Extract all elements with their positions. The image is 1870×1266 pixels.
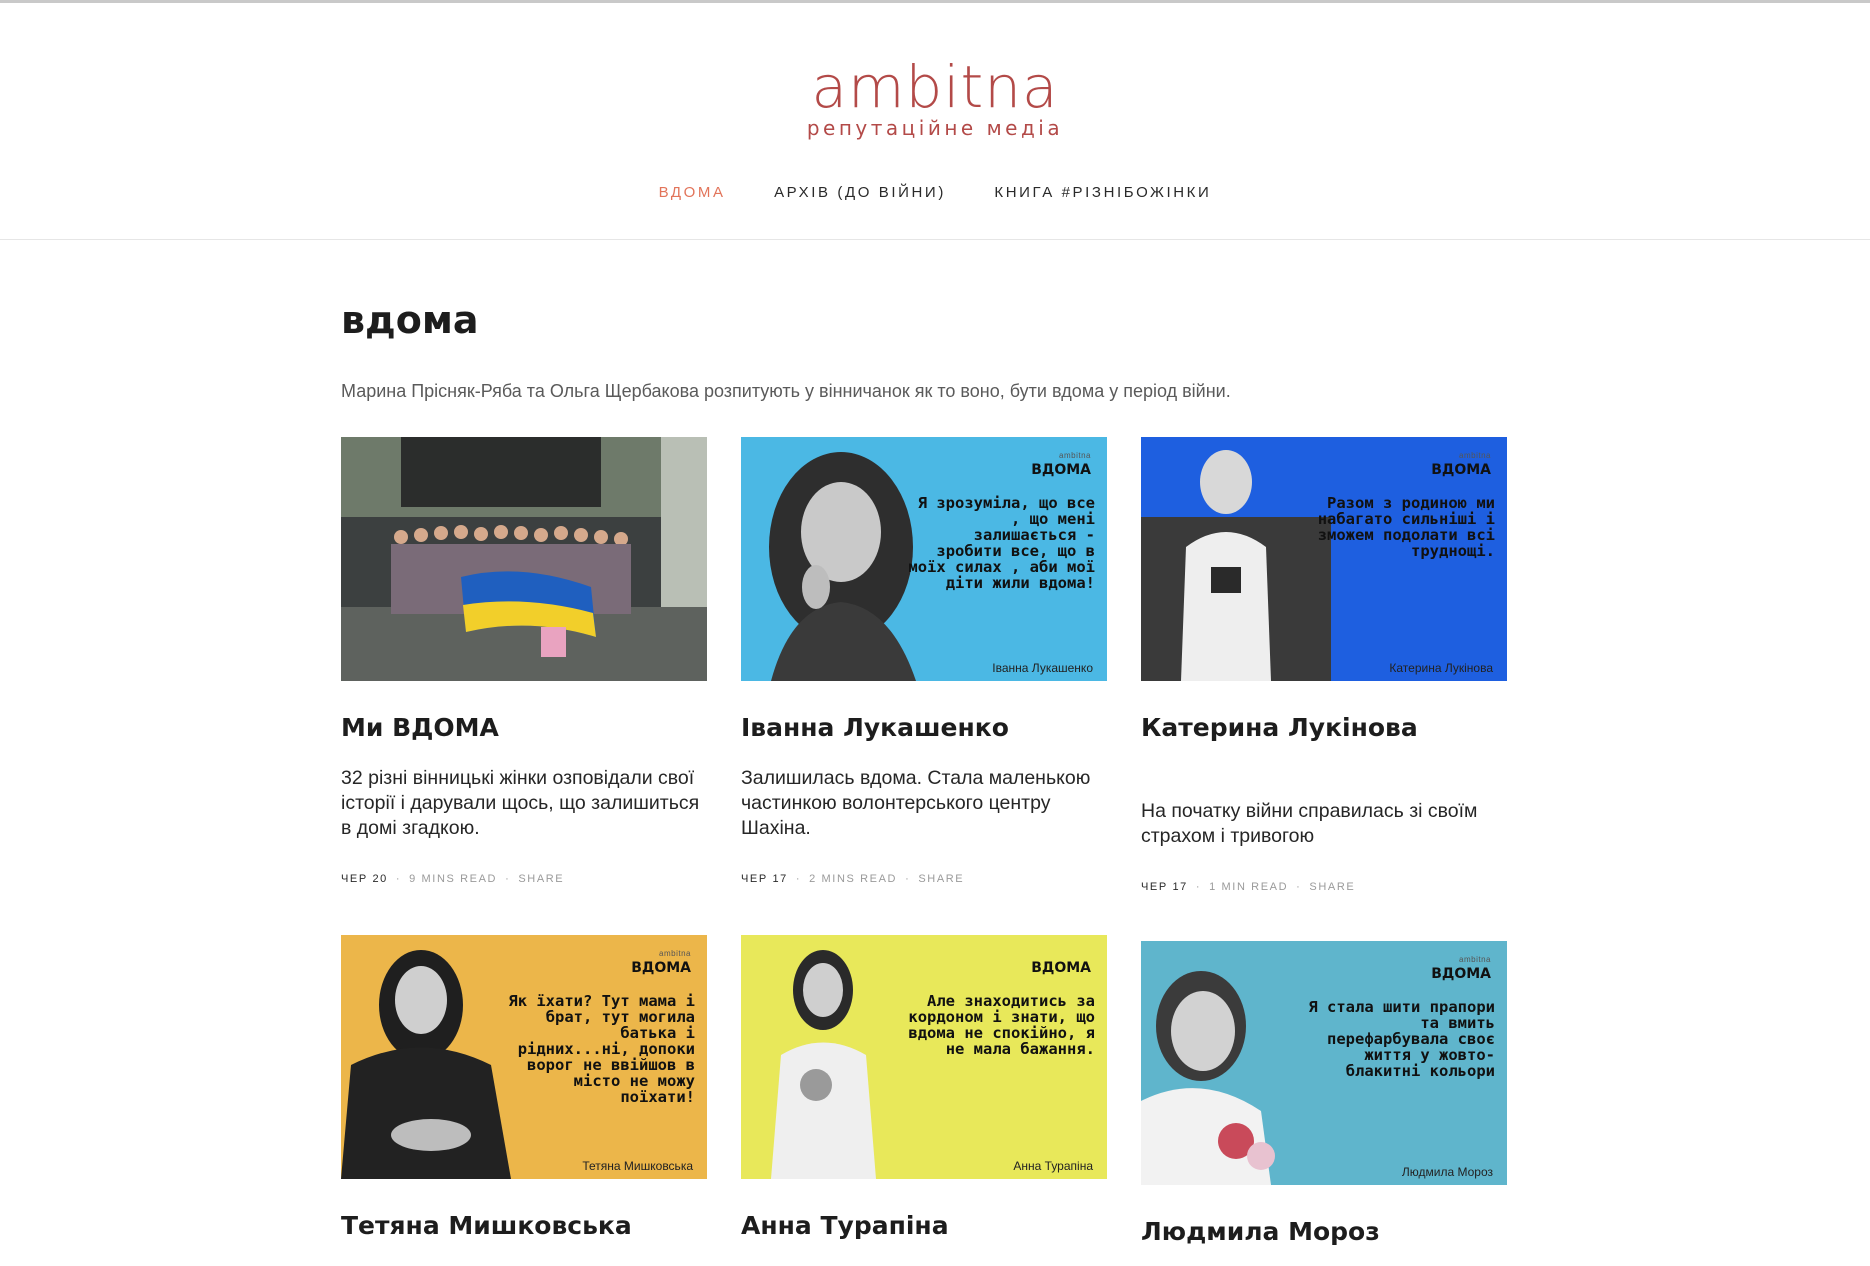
post-title[interactable]: Катерина Лукінова (1141, 713, 1507, 742)
main-nav: ВДОМА АРХІВ (ДО ВІЙНИ) КНИГА #РІЗНІБОЖІН… (0, 184, 1870, 202)
post-title[interactable]: Тетяна Мишковська (341, 1211, 707, 1240)
post-title[interactable]: Анна Турапіна (741, 1211, 1107, 1240)
thumb-caption: Катерина Лукінова (1389, 661, 1493, 675)
post-thumbnail[interactable]: ambitna ВДОМА Я зрозуміла, що все , що м… (741, 437, 1107, 681)
thumb-brand: ВДОМА (1431, 966, 1491, 982)
post-meta: ЧЕР 17 · 1 MIN READ · SHARE (1141, 881, 1356, 893)
post-thumbnail[interactable]: ВДОМА Але знаходитись за кордоном і знат… (741, 935, 1107, 1179)
logo-wordmark: ambitna (811, 53, 1059, 121)
thumb-quote: Як їхати? Тут мама і брат, тут могила ба… (508, 992, 695, 1106)
read-time: 9 MINS READ (409, 873, 498, 885)
read-time: 2 MINS READ (809, 873, 898, 885)
thumb-brand: ВДОМА (1031, 462, 1091, 478)
post-meta: ЧЕР 20 · 9 MINS READ · SHARE (341, 873, 565, 885)
thumb-quote: Я стала шити прапори та вмить перефарбув… (1308, 998, 1495, 1080)
thumb-caption: Анна Турапіна (1013, 1159, 1093, 1173)
thumb-brand-small: ambitna (1459, 955, 1491, 964)
portrait-image (1141, 971, 1275, 1185)
portrait-image (341, 950, 511, 1179)
thumb-caption: Тетяна Мишковська (582, 1159, 693, 1173)
thumb-brand: ВДОМА (631, 960, 691, 976)
post-excerpt: Залишилась вдома. Стала маленькою частин… (741, 767, 1091, 839)
post-title[interactable]: Людмила Мороз (1141, 1217, 1507, 1246)
thumb-quote: Але знаходитись за кордоном і знати, що … (908, 992, 1095, 1058)
share-link[interactable]: SHARE (918, 873, 964, 885)
post-thumbnail[interactable] (341, 437, 707, 681)
post-date: ЧЕР 17 (741, 873, 788, 885)
post-thumbnail[interactable]: ambitna ВДОМА Разом з родиною ми набагат… (1141, 437, 1507, 681)
nav-item-book[interactable]: КНИГА #РІЗНІБОЖІНКИ (994, 184, 1211, 201)
post-date: ЧЕР 17 (1141, 881, 1188, 893)
nav-item-vdoma[interactable]: ВДОМА (659, 184, 726, 201)
post-title[interactable]: Ми ВДОМА (341, 713, 707, 742)
post-meta: ЧЕР 17 · 2 MINS READ · SHARE (741, 873, 965, 885)
read-time: 1 MIN READ (1209, 881, 1289, 893)
thumb-quote: Я зрозуміла, що все , що мені залишаєтьс… (908, 494, 1095, 592)
thumb-brand-small: ambitna (1459, 451, 1491, 460)
group-photo-image (341, 437, 707, 681)
post-date: ЧЕР 20 (341, 873, 388, 885)
share-link[interactable]: SHARE (1309, 881, 1355, 893)
site-header: ambitna репутаційне медіа ВДОМА АРХІВ (Д… (0, 3, 1870, 240)
thumb-brand: ВДОМА (1031, 960, 1091, 976)
page-description: Марина Прісняк-Ряба та Ольга Щербакова р… (341, 381, 1231, 401)
post-excerpt: На початку війни справилась зі своїм стр… (1141, 800, 1478, 847)
post-thumbnail[interactable]: ambitna ВДОМА Як їхати? Тут мама і брат,… (341, 935, 707, 1179)
portrait-image (769, 452, 916, 681)
post-thumbnail[interactable]: ambitna ВДОМА Я стала шити прапори та вм… (1141, 941, 1507, 1185)
portrait-image (1141, 450, 1331, 681)
portrait-image (771, 950, 876, 1179)
thumb-brand-small: ambitna (1059, 451, 1091, 460)
thumb-brand-small: ambitna (659, 949, 691, 958)
thumb-quote: Разом з родиною ми набагато сильніші і з… (1317, 494, 1495, 560)
share-link[interactable]: SHARE (518, 873, 564, 885)
nav-item-archive[interactable]: АРХІВ (ДО ВІЙНИ) (774, 184, 946, 201)
thumb-brand: ВДОМА (1431, 462, 1491, 478)
post-title[interactable]: Іванна Лукашенко (741, 713, 1107, 742)
thumb-caption: Іванна Лукашенко (992, 661, 1093, 675)
page-title: вдома (341, 298, 479, 342)
site-logo[interactable]: ambitna репутаційне медіа (800, 57, 1070, 139)
thumb-caption: Людмила Мороз (1401, 1165, 1493, 1179)
logo-tagline: репутаційне медіа (806, 116, 1064, 140)
post-excerpt: 32 різні вінницькі жінки озповідали свої… (341, 767, 700, 839)
